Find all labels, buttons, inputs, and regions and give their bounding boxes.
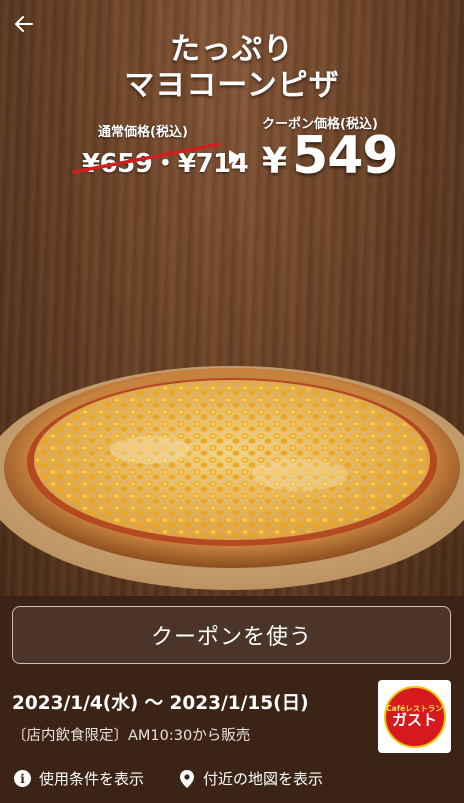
hero-image: たっぷり マヨコーンピザ 通常価格(税込) ¥659・¥714 クーポン価格(税… [0, 0, 464, 600]
map-link-label: 付近の地図を表示 [203, 770, 324, 788]
map-link[interactable]: 付近の地図を表示 [180, 768, 323, 789]
map-pin-icon [180, 769, 194, 788]
use-coupon-button[interactable]: クーポンを使う [12, 606, 451, 664]
product-title-line2: マヨコーンピザ [124, 68, 340, 103]
validity-period: 2023/1/4(水) 〜 2023/1/15(日) [12, 693, 309, 714]
arrow-right-icon [229, 150, 241, 164]
coupon-price-currency: ¥ [262, 141, 287, 182]
coupon-panel: クーポンを使う 2023/1/4(水) 〜 2023/1/15(日) 〔店内飲食… [0, 596, 464, 803]
info-icon: i [14, 770, 31, 787]
footer-links: i 使用条件を表示 付近の地図を表示 [12, 768, 452, 792]
gusto-logo: Caféレストラン ガスト [378, 680, 451, 753]
coupon-price: ¥549 [262, 126, 399, 186]
gusto-logo-mark: Caféレストラン ガスト [383, 685, 446, 748]
usage-note: 〔店内飲食限定〕AM10:30から販売 [12, 728, 251, 744]
pizza-image [0, 366, 464, 590]
logo-text: ガスト [391, 711, 437, 729]
terms-link-label: 使用条件を表示 [39, 770, 145, 788]
regular-price-label: 通常価格(税込) [98, 125, 188, 140]
terms-link[interactable]: i 使用条件を表示 [14, 768, 144, 789]
coupon-price-value: 549 [292, 126, 399, 186]
regular-price: ¥659・¥714 [82, 149, 249, 179]
